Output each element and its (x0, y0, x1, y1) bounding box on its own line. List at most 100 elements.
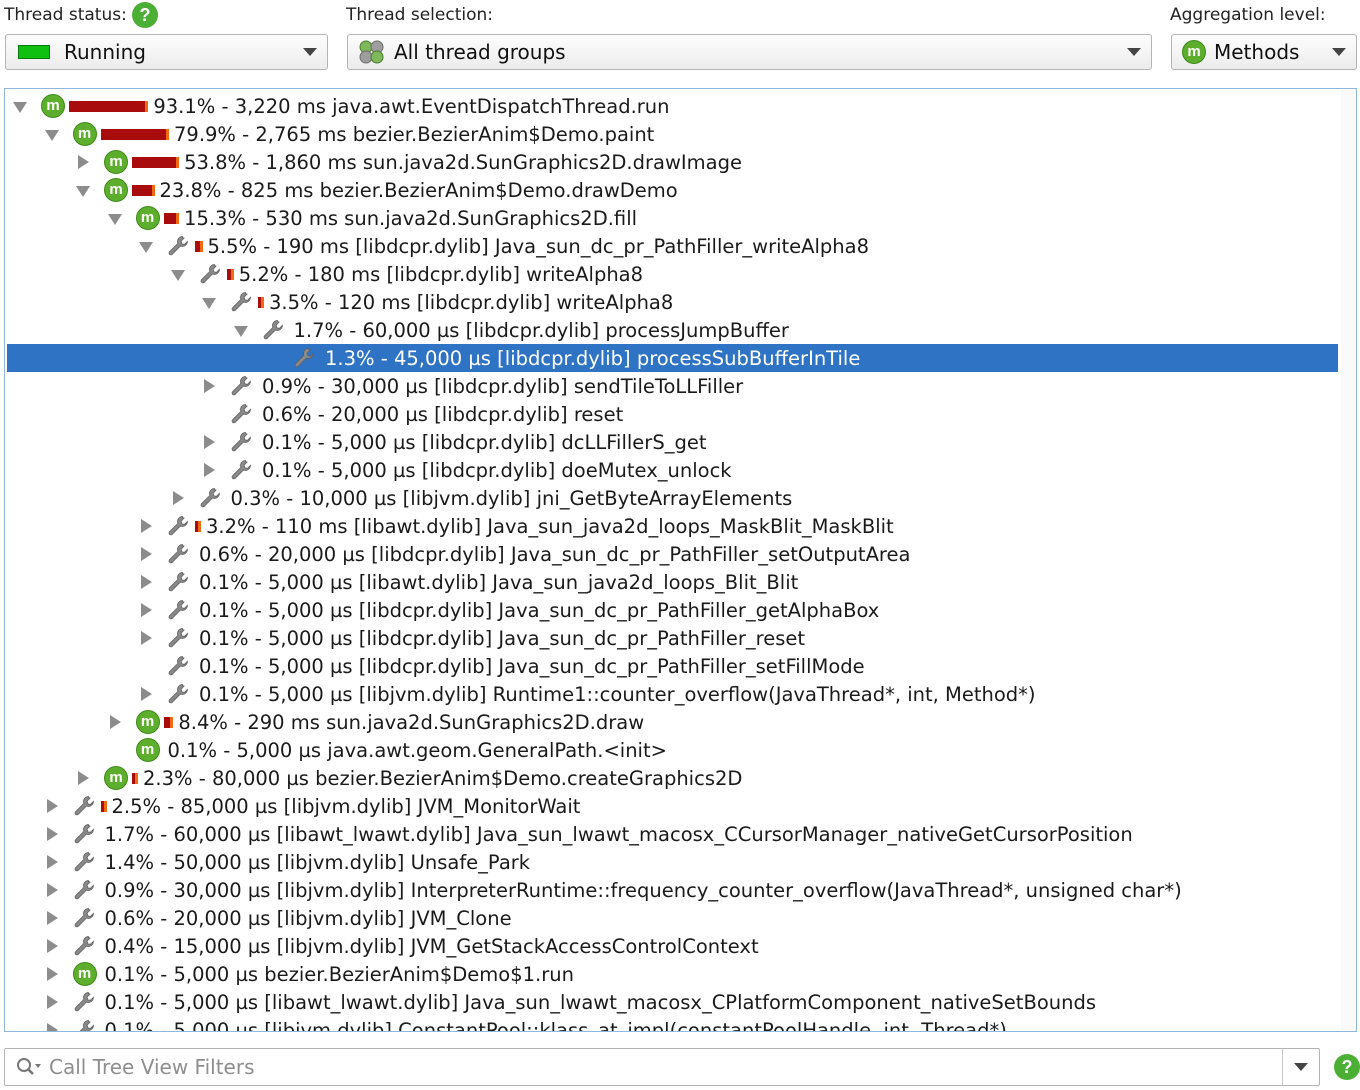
wrench-icon (230, 402, 254, 426)
wrench-icon (73, 990, 97, 1014)
collapse-arrow-icon[interactable] (45, 855, 59, 869)
tree-row[interactable]: 1.3% - 45,000 µs [libdcpr.dylib] process… (7, 344, 1338, 372)
collapse-arrow-icon[interactable] (139, 519, 153, 533)
tree-row[interactable]: m 2.3% - 80,000 µs bezier.BezierAnim$Demo… (7, 764, 1338, 792)
collapse-arrow-icon[interactable] (202, 435, 216, 449)
aggregation-level-dropdown[interactable]: m Methods (1171, 34, 1357, 70)
tree-row-label: 79.9% - 2,765 ms bezier.BezierAnim$Demo.… (174, 122, 655, 146)
vertical-scrollbar[interactable] (1341, 89, 1356, 1031)
tree-row[interactable]: 0.9% - 30,000 µs [libjvm.dylib] Interpre… (7, 876, 1338, 904)
expand-arrow-icon[interactable] (202, 295, 216, 309)
tree-row[interactable]: 0.1% - 5,000 µs [libdcpr.dylib] Java_sun… (7, 596, 1338, 624)
tree-row[interactable]: 1.7% - 60,000 µs [libawt_lwawt.dylib] Ja… (7, 820, 1338, 848)
tree-row[interactable]: 0.1% - 5,000 µs [libdcpr.dylib] doeMutex… (7, 456, 1338, 484)
tree-row[interactable]: 3.2% - 110 ms [libawt.dylib] Java_sun_ja… (7, 512, 1338, 540)
tree-row-label: 3.2% - 110 ms [libawt.dylib] Java_sun_ja… (206, 514, 894, 538)
tree-row[interactable]: 0.1% - 5,000 µs [libdcpr.dylib] Java_sun… (7, 624, 1338, 652)
tree-row[interactable]: 0.1% - 5,000 µs [libjvm.dylib] Runtime1:… (7, 680, 1338, 708)
expand-arrow-icon[interactable] (13, 99, 27, 113)
tree-row[interactable]: 0.9% - 30,000 µs [libdcpr.dylib] sendTil… (7, 372, 1338, 400)
help-icon[interactable]: ? (132, 2, 158, 28)
tree-row[interactable]: 1.4% - 50,000 µs [libjvm.dylib] Unsafe_P… (7, 848, 1338, 876)
collapse-arrow-icon[interactable] (45, 827, 59, 841)
tree-row-label: 23.8% - 825 ms bezier.BezierAnim$Demo.dr… (159, 178, 678, 202)
collapse-arrow-icon[interactable] (202, 379, 216, 393)
tree-row[interactable]: m 8.4% - 290 ms sun.java2d.SunGraphics2D.… (7, 707, 1338, 736)
tree-row[interactable]: m 23.8% - 825 ms bezier.BezierAnim$Demo.d… (7, 176, 1338, 204)
tree-row[interactable]: 0.4% - 15,000 µs [libjvm.dylib] JVM_GetS… (7, 932, 1338, 960)
collapse-arrow-icon[interactable] (76, 155, 90, 169)
tree-row[interactable]: 0.1% - 5,000 µs [libawt.dylib] Java_sun_… (7, 568, 1338, 596)
tree-row[interactable]: m 79.9% - 2,765 ms bezier.BezierAnim$Demo… (7, 120, 1338, 148)
filter-help-icon[interactable]: ? (1334, 1054, 1360, 1080)
tree-row-label: 0.1% - 5,000 µs [libjvm.dylib] ConstantP… (104, 1018, 1007, 1032)
tree-row[interactable]: 0.1% - 5,000 µs [libawt_lwawt.dylib] Jav… (7, 988, 1338, 1016)
collapse-arrow-icon[interactable] (45, 995, 59, 1009)
expand-arrow-icon[interactable] (44, 127, 59, 141)
tree-row[interactable]: m 0.1% - 5,000 µs bezier.BezierAnim$Demo$… (7, 960, 1338, 988)
time-percentage-bar (226, 268, 235, 280)
wrench-icon (73, 822, 97, 846)
tree-row-label: 3.5% - 120 ms [libdcpr.dylib] writeAlpha… (269, 290, 674, 314)
tree-row-label: 0.6% - 20,000 µs [libjvm.dylib] JVM_Clon… (104, 906, 512, 930)
call-tree-view-filter[interactable]: Call Tree View Filters (4, 1048, 1320, 1086)
filter-input[interactable]: Call Tree View Filters (49, 1055, 255, 1079)
collapse-arrow-icon[interactable] (45, 967, 59, 981)
collapse-arrow-icon[interactable] (45, 799, 59, 813)
call-tree[interactable]: m 93.1% - 3,220 ms java.awt.EventDispatch… (4, 88, 1357, 1032)
collapse-arrow-icon[interactable] (76, 771, 90, 785)
tree-row[interactable]: 0.6% - 20,000 µs [libdcpr.dylib] Java_su… (7, 540, 1338, 568)
collapse-arrow-icon[interactable] (108, 715, 122, 729)
tree-row[interactable]: 2.5% - 85,000 µs [libjvm.dylib] JVM_Moni… (7, 792, 1338, 820)
tree-row[interactable]: 5.5% - 190 ms [libdcpr.dylib] Java_sun_d… (7, 232, 1338, 260)
tree-row[interactable]: m 15.3% - 530 ms sun.java2d.SunGraphics2D… (7, 203, 1338, 232)
collapse-arrow-icon[interactable] (139, 603, 153, 617)
wrench-icon (199, 262, 223, 286)
time-percentage-bar (195, 520, 201, 532)
method-icon: m (1182, 40, 1206, 64)
method-icon: m (72, 962, 97, 986)
tree-row[interactable]: 5.2% - 180 ms [libdcpr.dylib] writeAlpha… (7, 260, 1338, 288)
collapse-arrow-icon[interactable] (139, 575, 153, 589)
collapse-arrow-icon[interactable] (139, 547, 153, 561)
tree-row[interactable]: 0.6% - 20,000 µs [libdcpr.dylib] reset (7, 400, 1338, 428)
thread-status-dropdown[interactable]: Running (5, 34, 328, 70)
wrench-icon (167, 682, 191, 706)
collapse-arrow-icon[interactable] (45, 883, 59, 897)
filter-dropdown-button[interactable] (1282, 1049, 1319, 1085)
wrench-icon (73, 794, 97, 818)
collapse-arrow-icon[interactable] (139, 687, 153, 701)
tree-row-label: 0.1% - 5,000 µs [libawt_lwawt.dylib] Jav… (104, 990, 1097, 1014)
expand-arrow-icon[interactable] (170, 267, 185, 281)
tree-row[interactable]: 3.5% - 120 ms [libdcpr.dylib] writeAlpha… (7, 288, 1338, 316)
collapse-arrow-icon[interactable] (45, 1023, 59, 1031)
collapse-arrow-icon[interactable] (202, 463, 216, 477)
collapse-arrow-icon[interactable] (45, 911, 59, 925)
tree-row[interactable]: 0.1% - 5,000 µs [libjvm.dylib] ConstantP… (7, 1016, 1338, 1032)
tree-row[interactable]: m 53.8% - 1,860 ms sun.java2d.SunGraphics… (7, 148, 1338, 176)
wrench-icon (230, 430, 254, 454)
tree-row[interactable]: 0.1% - 5,000 µs [libdcpr.dylib] dcLLFill… (7, 428, 1338, 456)
wrench-icon (167, 542, 191, 566)
tree-row[interactable]: 0.6% - 20,000 µs [libjvm.dylib] JVM_Clon… (7, 904, 1338, 932)
tree-row[interactable]: 0.1% - 5,000 µs [libdcpr.dylib] Java_sun… (7, 652, 1338, 680)
tree-row[interactable]: m 0.1% - 5,000 µs java.awt.geom.GeneralPa… (7, 735, 1338, 764)
collapse-arrow-icon[interactable] (139, 631, 153, 645)
thread-selection-dropdown[interactable]: All thread groups (347, 34, 1152, 70)
expand-arrow-icon[interactable] (107, 211, 122, 225)
wrench-icon (73, 878, 97, 902)
collapse-arrow-icon[interactable] (171, 491, 185, 505)
tree-row-label: 0.9% - 30,000 µs [libjvm.dylib] Interpre… (104, 878, 1182, 902)
wrench-icon (167, 570, 191, 594)
time-percentage-bar (132, 184, 154, 196)
tree-row[interactable]: 0.3% - 10,000 µs [libjvm.dylib] jni_GetB… (7, 484, 1338, 512)
tree-row-label: 0.6% - 20,000 µs [libdcpr.dylib] Java_su… (199, 542, 911, 566)
expand-arrow-icon[interactable] (76, 183, 90, 197)
wrench-icon (167, 234, 191, 258)
expand-arrow-icon[interactable] (139, 239, 153, 253)
tree-row[interactable]: 1.7% - 60,000 µs [libdcpr.dylib] process… (7, 316, 1338, 344)
tree-row-label: 0.1% - 5,000 µs [libdcpr.dylib] doeMutex… (262, 458, 732, 482)
tree-row[interactable]: m 93.1% - 3,220 ms java.awt.EventDispatch… (7, 91, 1338, 120)
expand-arrow-icon[interactable] (233, 323, 248, 337)
collapse-arrow-icon[interactable] (45, 939, 59, 953)
